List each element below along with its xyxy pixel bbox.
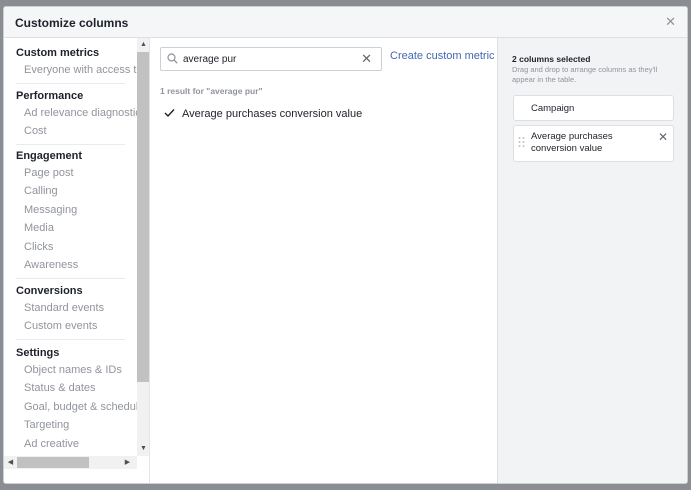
category-list: Custom metrics Everyone with access to P… bbox=[4, 38, 137, 456]
dialog-header: Customize columns ✕ bbox=[4, 7, 687, 38]
customize-columns-dialog: Customize columns ✕ Custom metrics Every… bbox=[3, 6, 688, 484]
vertical-scrollbar[interactable]: ▲ ▼ bbox=[137, 38, 149, 456]
selected-description: Drag and drop to arrange columns as they… bbox=[512, 65, 658, 84]
category-sidebar: Custom metrics Everyone with access to P… bbox=[4, 38, 150, 483]
divider bbox=[16, 143, 125, 145]
drag-handle-icon[interactable] bbox=[518, 136, 525, 148]
category-item[interactable]: Media bbox=[16, 219, 125, 238]
horizontal-scrollbar[interactable]: ◀ ▶ bbox=[4, 456, 137, 469]
divider bbox=[16, 277, 125, 279]
category-item[interactable]: Cost bbox=[16, 122, 125, 141]
clear-search-icon[interactable]: ✕ bbox=[361, 50, 372, 68]
close-icon[interactable]: ✕ bbox=[665, 15, 676, 29]
category-item[interactable]: Page post bbox=[16, 164, 125, 183]
checkmark-icon bbox=[164, 109, 175, 118]
category-item[interactable]: Ad relevance diagnostics bbox=[16, 104, 137, 123]
selected-count: 2 columns selected bbox=[512, 54, 591, 64]
category-item[interactable]: Ad creative bbox=[16, 435, 125, 454]
category-header[interactable]: Settings bbox=[16, 345, 125, 361]
category-header[interactable]: Conversions bbox=[16, 283, 125, 299]
category-group-conversions: Conversions Standard events Custom event… bbox=[16, 283, 125, 336]
category-item[interactable]: Awareness bbox=[16, 256, 125, 275]
scroll-left-icon[interactable]: ◀ bbox=[4, 456, 17, 469]
category-group-custom-metrics: Custom metrics Everyone with access to bbox=[16, 45, 137, 80]
result-count: 1 result for "average pur" bbox=[160, 86, 263, 96]
dialog-body: Custom metrics Everyone with access to P… bbox=[4, 38, 687, 483]
category-item[interactable]: Object names & IDs bbox=[16, 361, 125, 380]
category-item[interactable]: Status & dates bbox=[16, 379, 125, 398]
category-header[interactable]: Performance bbox=[16, 88, 125, 104]
selected-column-card[interactable]: Campaign bbox=[513, 95, 674, 121]
search-box[interactable]: ✕ bbox=[160, 47, 382, 71]
dialog-title: Customize columns bbox=[15, 16, 129, 30]
selected-column-label: Average purchases conversion value bbox=[531, 131, 613, 154]
category-group-engagement: Engagement Page post Calling Messaging M… bbox=[16, 148, 125, 275]
divider bbox=[16, 82, 125, 84]
selected-columns-panel: 2 columns selected Drag and drop to arra… bbox=[497, 38, 687, 483]
category-header[interactable]: Custom metrics bbox=[16, 45, 125, 61]
category-header[interactable]: Engagement bbox=[16, 148, 125, 164]
category-item[interactable]: Custom events bbox=[16, 317, 125, 336]
category-item[interactable]: Goal, budget & schedule bbox=[16, 398, 137, 417]
category-item[interactable]: Messaging bbox=[16, 201, 125, 220]
search-panel: ✕ Create custom metric 1 result for "ave… bbox=[150, 38, 497, 483]
category-item[interactable]: Clicks bbox=[16, 238, 125, 257]
category-item[interactable]: Standard events bbox=[16, 299, 125, 318]
search-icon bbox=[167, 53, 178, 64]
scroll-right-icon[interactable]: ▶ bbox=[121, 456, 134, 469]
divider bbox=[16, 338, 125, 340]
create-custom-metric-link[interactable]: Create custom metric bbox=[390, 50, 495, 62]
category-item[interactable]: Calling bbox=[16, 182, 125, 201]
category-group-settings: Settings Object names & IDs Status & dat… bbox=[16, 345, 137, 454]
search-input[interactable] bbox=[183, 51, 353, 67]
selected-column-card[interactable]: Average purchases conversion value ✕ bbox=[513, 125, 674, 162]
scroll-down-icon[interactable]: ▼ bbox=[137, 442, 149, 456]
category-item[interactable]: Everyone with access to bbox=[16, 61, 137, 80]
category-group-performance: Performance Ad relevance diagnostics Cos… bbox=[16, 88, 137, 141]
remove-column-icon[interactable]: ✕ bbox=[658, 130, 668, 144]
result-label: Average purchases conversion value bbox=[182, 108, 363, 120]
scrollbar-thumb[interactable] bbox=[137, 52, 149, 382]
category-item[interactable]: Targeting bbox=[16, 416, 125, 435]
selected-column-label: Campaign bbox=[531, 103, 575, 114]
scroll-up-icon[interactable]: ▲ bbox=[137, 38, 149, 52]
scrollbar-thumb[interactable] bbox=[17, 457, 89, 468]
